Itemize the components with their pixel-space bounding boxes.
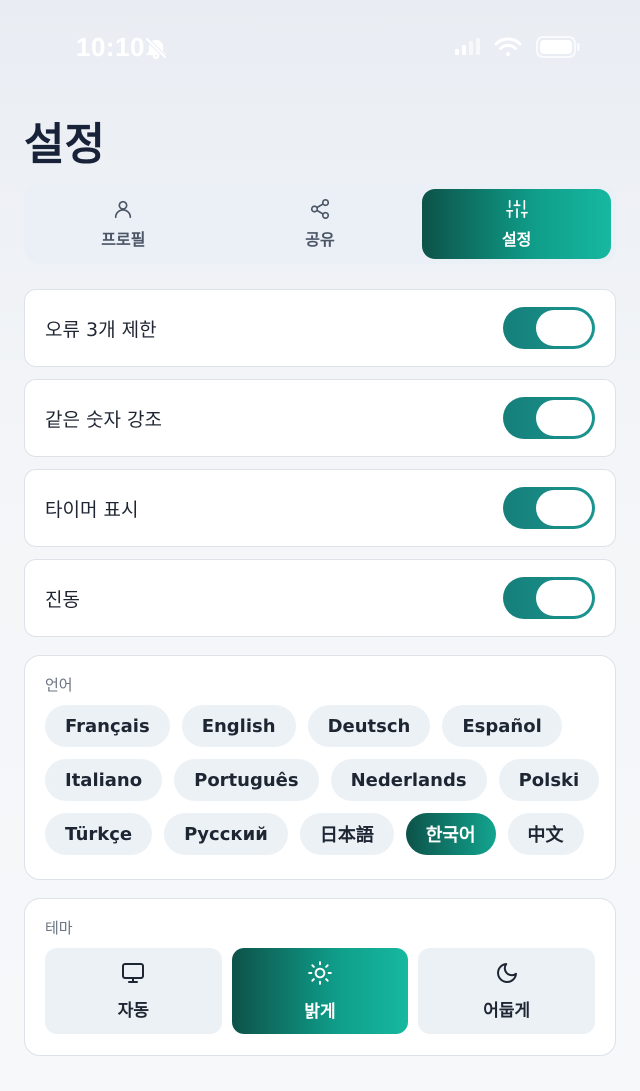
tab-profile[interactable]: 프로필 [29,189,218,259]
sun-icon [307,960,333,991]
toggle-knob [536,400,592,436]
theme-card: 테마 자동 밝게 어둡게 [24,898,616,1056]
language-chip-german[interactable]: Deutsch [307,705,431,747]
theme-auto-button[interactable]: 자동 [45,948,222,1034]
language-chip-dutch[interactable]: Nederlands [330,759,487,801]
setting-label: 진동 [45,588,80,611]
language-options: Français English Deutsch Español Italian… [45,705,600,855]
toggle-knob [536,580,592,616]
setting-row-vibration: 진동 [24,559,616,637]
page-title: 설정 [24,119,105,170]
language-chip-polish[interactable]: Polski [498,759,600,801]
mistake-limit-toggle[interactable] [503,307,595,349]
moon-icon [495,961,519,990]
language-chip-french[interactable]: Français [45,705,170,747]
show-timer-toggle[interactable] [503,487,595,529]
setting-row-highlight-same: 같은 숫자 강조 [24,379,616,457]
theme-label: 어둡게 [483,1001,531,1021]
theme-title: 테마 [45,919,73,937]
tab-settings[interactable]: 설정 [422,189,612,259]
setting-label: 같은 숫자 강조 [45,408,162,431]
bell-slash-icon [144,36,168,64]
language-chip-english[interactable]: English [181,705,296,747]
share-icon [309,198,331,224]
setting-label: 타이머 표시 [45,498,139,521]
language-chip-korean[interactable]: 한국어 [405,813,496,855]
language-chip-russian[interactable]: Русский [164,813,288,855]
tab-label: 공유 [305,230,335,249]
language-card: 언어 Français English Deutsch Español Ital… [24,655,616,880]
setting-row-show-timer: 타이머 표시 [24,469,616,547]
battery-icon [536,36,580,62]
person-icon [112,198,134,224]
toggle-knob [536,490,592,526]
setting-row-mistake-limit: 오류 3개 제한 [24,289,616,367]
highlight-same-toggle[interactable] [503,397,595,439]
tab-label: 설정 [501,230,532,249]
tab-share[interactable]: 공유 [226,189,415,259]
wifi-icon [494,37,522,61]
status-bar: 10:10 [0,0,640,92]
theme-dark-button[interactable]: 어둡게 [418,948,596,1034]
sliders-icon [505,198,529,224]
setting-label: 오류 3개 제한 [45,318,157,341]
cellular-signal-icon [454,38,480,60]
language-chip-turkish[interactable]: Türkçe [45,813,153,855]
theme-light-button[interactable]: 밝게 [231,948,409,1034]
status-right [454,36,580,62]
tab-label: 프로필 [101,230,146,249]
toggle-knob [536,310,592,346]
language-chip-portuguese[interactable]: Português [174,759,319,801]
language-chip-spanish[interactable]: Español [442,705,562,747]
theme-options: 자동 밝게 어둡게 [45,948,596,1034]
theme-label: 자동 [117,1001,149,1021]
theme-label: 밝게 [304,1002,336,1022]
vibration-toggle[interactable] [503,577,595,619]
monitor-icon [120,961,146,990]
language-title: 언어 [45,676,73,694]
segmented-tabs: 프로필 공유 설정 [24,184,616,264]
language-chip-chinese[interactable]: 中文 [507,813,584,855]
language-chip-japanese[interactable]: 日本語 [299,813,394,855]
language-chip-italian[interactable]: Italiano [45,759,163,801]
status-time: 10:10 [76,32,145,62]
